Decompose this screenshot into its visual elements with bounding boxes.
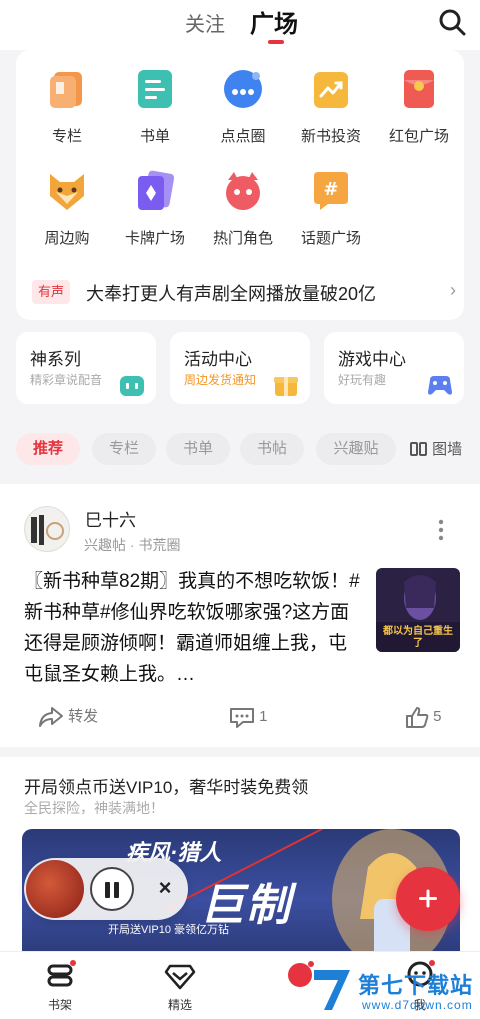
cards-icon <box>138 170 175 210</box>
calligraphy-avatar-icon <box>31 515 64 545</box>
feature-circle[interactable]: 点点圈 <box>198 66 288 156</box>
post-author[interactable]: 巳十六 <box>85 506 136 531</box>
pause-button[interactable] <box>90 867 134 911</box>
promo-title: 开局领点币送VIP10，奢华时装免费领 <box>24 778 309 797</box>
chevron-right-icon: › <box>450 280 456 300</box>
character-icon <box>226 172 260 210</box>
mini-card-subtitle: 精彩章说配音 <box>30 373 103 387</box>
audio-news-row[interactable]: 有声 大奉打更人有声剧全网播放量破20亿 › <box>32 276 456 308</box>
share-label: 转发 <box>68 708 99 725</box>
post-card[interactable]: 巳十六 兴趣帖 · 书荒圈 〖新书种草82期〗我真的不想吃软饭！#新书种草#修仙… <box>0 484 480 747</box>
feature-label: 专栏 <box>51 128 82 145</box>
booklist-icon <box>138 70 172 108</box>
feature-booklist[interactable]: 书单 <box>110 66 200 156</box>
chip-recommend[interactable]: 推荐 <box>16 433 80 465</box>
feature-merch[interactable]: 周边购 <box>22 168 112 258</box>
post-meta[interactable]: 兴趣帖 · 书荒圈 <box>84 535 180 555</box>
feature-label: 卡牌广场 <box>124 230 185 247</box>
chip-column[interactable]: 专栏 <box>92 433 156 465</box>
topic-icon: # <box>314 172 348 210</box>
top-header: 关注 广场 <box>0 0 480 50</box>
feature-label: 点点圈 <box>220 128 266 145</box>
tab-square[interactable]: 广场 <box>250 4 298 39</box>
feature-label: 周边购 <box>44 230 90 247</box>
watermark-url: www.d7down.com <box>362 998 473 1012</box>
gamepad-icon <box>428 376 452 395</box>
robot-icon <box>120 376 144 396</box>
feature-invest[interactable]: 新书投资 <box>286 66 376 156</box>
thumbs-up-icon <box>406 707 429 729</box>
mini-card-title: 游戏中心 <box>338 350 406 369</box>
promo-card[interactable]: 开局领点币送VIP10，奢华时装免费领 全民探险，神装满地！ 疾风·猎人 巨制 … <box>0 757 480 969</box>
site-watermark: 第七下载站 www.d7down.com <box>308 966 476 1016</box>
feature-cards[interactable]: 卡牌广场 <box>110 168 200 258</box>
active-tab-indicator <box>268 40 284 44</box>
feature-label: 话题广场 <box>300 230 361 247</box>
search-icon[interactable] <box>436 6 468 38</box>
mini-card-subtitle: 周边发货通知 <box>184 373 257 387</box>
mini-card-title: 神系列 <box>30 350 81 369</box>
feature-label: 新书投资 <box>300 128 361 145</box>
diamond-icon <box>164 964 196 990</box>
svg-text:#: # <box>323 179 338 200</box>
audio-mini-player[interactable]: × <box>24 858 188 920</box>
feature-label: 红包广场 <box>388 128 449 145</box>
feature-topics[interactable]: # 话题广场 <box>286 168 376 258</box>
news-headline: 大奉打更人有声剧全网播放量破20亿 <box>86 284 377 304</box>
mini-card-game-center[interactable]: 游戏中心 好玩有趣 <box>324 332 464 404</box>
audio-cover[interactable] <box>26 860 84 918</box>
tab-follow[interactable]: 关注 <box>185 8 225 37</box>
grid-view-icon <box>410 442 427 456</box>
chip-interest-post[interactable]: 兴趣贴 <box>316 433 396 465</box>
fox-icon <box>50 174 84 210</box>
watermark-text: 第七下载站 <box>358 973 474 998</box>
watermark-logo-icon <box>314 970 350 1010</box>
feature-grid-card: 专栏 书单 点点圈 新书投资 红包广场 周边购 卡牌广场 热门角色 # 话题广场… <box>16 50 464 320</box>
feature-column[interactable]: 专栏 <box>22 66 112 156</box>
invest-icon <box>314 72 348 108</box>
feature-label: 书单 <box>139 128 170 145</box>
column-icon <box>50 72 82 108</box>
create-post-button[interactable] <box>396 867 460 931</box>
chip-booklist[interactable]: 书单 <box>166 433 230 465</box>
avatar[interactable] <box>24 506 70 552</box>
comment-button[interactable]: 1 <box>229 704 268 730</box>
more-options-icon[interactable] <box>436 518 446 542</box>
gift-icon <box>274 377 298 396</box>
audio-badge: 有声 <box>32 280 71 304</box>
mini-card-subtitle: 好玩有趣 <box>338 373 387 387</box>
post-thumbnail[interactable]: 都以为自己重生了 <box>376 568 460 652</box>
comment-count: 1 <box>259 708 268 725</box>
mini-card-activity-center[interactable]: 活动中心 周边发货通知 <box>170 332 310 404</box>
view-toggle[interactable]: 图墙 <box>410 438 462 459</box>
view-toggle-label: 图墙 <box>432 441 463 458</box>
close-icon[interactable]: × <box>152 875 178 901</box>
mini-card-god-series[interactable]: 神系列 精彩章说配音 <box>16 332 156 404</box>
bookshelf-icon <box>47 960 76 987</box>
share-icon <box>39 707 63 728</box>
nav-featured[interactable]: 精选 <box>140 960 220 1013</box>
red-packet-icon <box>404 70 434 108</box>
post-content[interactable]: 〖新书种草82期〗我真的不想吃软饭！#新书种草#修仙界吃软饭哪家强?这方面还得是… <box>24 566 360 690</box>
feature-label: 热门角色 <box>212 230 273 247</box>
like-button[interactable]: 5 <box>405 704 442 730</box>
feature-red-packet[interactable]: 红包广场 <box>374 66 464 156</box>
like-count: 5 <box>433 708 442 725</box>
feature-characters[interactable]: 热门角色 <box>198 168 288 258</box>
promo-subtitle: 全民探险，神装满地！ <box>24 800 164 816</box>
comment-icon <box>230 708 254 729</box>
nav-bookshelf[interactable]: 书架 <box>20 960 100 1013</box>
chip-book-post[interactable]: 书帖 <box>240 433 304 465</box>
circle-chat-icon <box>224 70 262 108</box>
thumb-caption: 都以为自己重生了 <box>383 626 453 649</box>
mini-card-title: 活动中心 <box>184 350 252 369</box>
nav-label: 书架 <box>47 998 72 1012</box>
share-button[interactable]: 转发 <box>38 704 98 730</box>
nav-label: 精选 <box>167 998 192 1012</box>
